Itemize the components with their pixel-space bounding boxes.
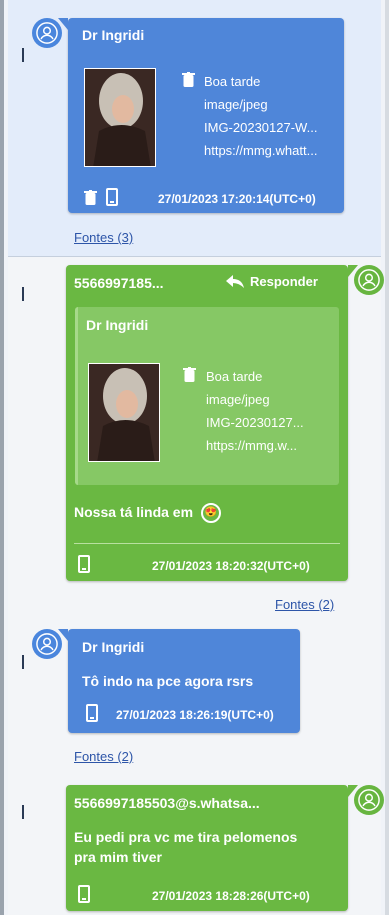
sender-name: 5566997185... <box>74 275 164 291</box>
message-timestamp: 27/01/2023 18:26:19(UTC+0) <box>116 708 274 722</box>
message-list: 5566997185... Responder Dr Ingridi Boa t… <box>8 257 384 915</box>
marker-tick <box>22 48 24 62</box>
marker-tick <box>22 805 24 819</box>
divider <box>74 543 340 544</box>
message-timestamp: 27/01/2023 17:20:14(UTC+0) <box>158 192 316 206</box>
user-icon <box>354 265 384 295</box>
trash-icon <box>182 72 195 87</box>
attachment-url[interactable]: https://mmg.whatt... <box>204 139 317 162</box>
incoming-message-bubble[interactable]: Dr Ingridi Boa tarde image/jpeg IMG-2023… <box>58 18 344 213</box>
message-text-line: Eu pedi pra vc me tira pelomenos <box>74 829 298 845</box>
phone-icon <box>106 188 118 206</box>
marker-tick <box>22 655 24 669</box>
quoted-filename: IMG-20230127... <box>206 415 304 430</box>
chat-window: Dr Ingridi Boa tarde image/jpeg IMG-2023… <box>0 0 389 915</box>
sender-name: Dr Ingridi <box>82 639 145 655</box>
quoted-url[interactable]: https://mmg.w... <box>206 434 304 457</box>
sources-link[interactable]: Fontes (3) <box>74 230 133 245</box>
quoted-attachment-info: Boa tarde image/jpeg IMG-20230127... htt… <box>206 365 304 457</box>
sources-link[interactable]: Fontes (2) <box>275 597 334 612</box>
attachment-filename: IMG-20230127-W... <box>204 120 318 135</box>
attachment-caption: Boa tarde <box>204 74 261 89</box>
quoted-image-thumbnail[interactable] <box>88 363 160 462</box>
message-text: Tô indo na pce agora rsrs <box>82 673 254 689</box>
phone-icon <box>86 704 98 722</box>
message-row-1[interactable]: Dr Ingridi Boa tarde image/jpeg IMG-2023… <box>8 0 381 257</box>
trash-icon <box>84 190 97 205</box>
sources-link[interactable]: Fontes (2) <box>74 749 133 764</box>
attachment-info: Boa tarde image/jpeg IMG-20230127-W... h… <box>204 70 317 162</box>
quoted-message[interactable]: Dr Ingridi Boa tarde image/jpeg IMG-2023 <box>75 307 339 485</box>
sender-name: Dr Ingridi <box>82 27 145 43</box>
message-timestamp: 27/01/2023 18:28:26(UTC+0) <box>152 889 310 903</box>
message-text-line: pra mim tiver <box>74 849 162 865</box>
quoted-mime: image/jpeg <box>206 392 270 407</box>
bubble-notch <box>58 629 68 641</box>
message-text: Eu pedi pra vc me tira pelomenos pra mim… <box>74 827 297 867</box>
attachment-mime: image/jpeg <box>204 97 268 112</box>
quoted-caption: Boa tarde <box>206 369 263 384</box>
message-timestamp: 27/01/2023 18:20:32(UTC+0) <box>152 559 310 573</box>
outgoing-message-bubble[interactable]: 5566997185503@s.whatsa... Eu pedi pra vc… <box>66 785 358 911</box>
marker-tick <box>22 287 24 301</box>
reply-label: Responder <box>250 274 318 289</box>
incoming-message-bubble[interactable]: Dr Ingridi Tô indo na pce agora rsrs 27/… <box>58 629 300 733</box>
image-thumbnail[interactable] <box>84 68 156 167</box>
quoted-sender: Dr Ingridi <box>86 317 149 333</box>
message-text-content: Nossa tá linda em <box>74 504 194 520</box>
phone-icon <box>78 555 90 573</box>
phone-icon <box>78 885 90 903</box>
sender-name: 5566997185503@s.whatsa... <box>74 795 260 811</box>
bubble-notch <box>58 18 68 30</box>
reply-button[interactable]: Responder <box>226 274 318 289</box>
emoji-icon: 😍 <box>200 503 221 524</box>
reply-icon <box>226 274 244 288</box>
trash-icon <box>183 367 196 382</box>
message-text: Nossa tá linda em 😍 <box>74 502 221 524</box>
outgoing-message-bubble[interactable]: 5566997185... Responder Dr Ingridi Boa t… <box>66 265 358 581</box>
user-icon <box>354 785 384 815</box>
